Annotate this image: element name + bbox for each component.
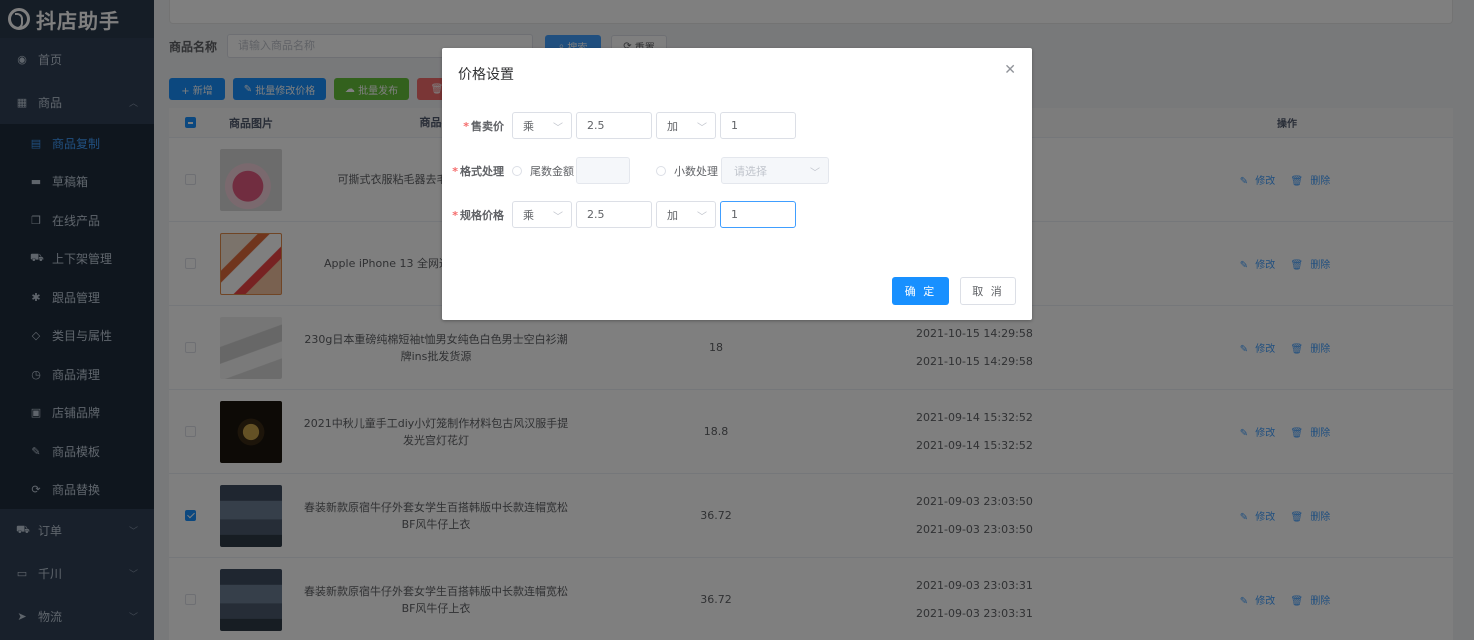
spec-price-op1-select[interactable]: 乘 ﹀: [512, 201, 572, 228]
tail-amount-input[interactable]: [576, 157, 630, 184]
chevron-down-icon: ﹀: [697, 212, 707, 223]
dialog-title: 价格设置: [458, 67, 514, 83]
format-row: * 格式处理 尾数金额 小数处理 请选择 ﹀: [442, 157, 829, 184]
sale-price-row: * 售卖价 乘 ﹀ 2.5 加 ﹀ 1: [442, 112, 796, 139]
chevron-down-icon: ﹀: [810, 168, 820, 179]
price-settings-dialog: 价格设置 ✕ * 售卖价 乘 ﹀ 2.5 加 ﹀ 1 * 格式处理 尾数金额 小数处理 …: [442, 48, 1032, 320]
decimal-label: 小数处理: [674, 164, 718, 178]
chevron-down-icon: ﹀: [697, 123, 707, 134]
spec-price-op2-select[interactable]: 加 ﹀: [656, 201, 716, 228]
chevron-down-icon: ﹀: [553, 123, 563, 134]
sale-price-op1-select[interactable]: 乘 ﹀: [512, 112, 572, 139]
cancel-button[interactable]: 取 消: [960, 277, 1016, 305]
tail-amount-radio[interactable]: [512, 165, 522, 176]
tail-amount-label: 尾数金额: [530, 164, 574, 178]
spec-price-label: * 规格价格: [452, 208, 504, 222]
format-label: * 格式处理: [452, 164, 504, 178]
spec-price-row: * 规格价格 乘 ﹀ 2.5 加 ﹀ 1: [442, 201, 796, 228]
close-icon[interactable]: ✕: [1004, 62, 1016, 78]
sale-price-label: * 售卖价: [463, 119, 504, 133]
spec-price-addend-input[interactable]: 1: [720, 201, 796, 228]
confirm-button[interactable]: 确 定: [892, 277, 949, 305]
chevron-down-icon: ﹀: [553, 212, 563, 223]
spec-price-multiplier-input[interactable]: 2.5: [576, 201, 652, 228]
decimal-select[interactable]: 请选择 ﹀: [721, 157, 829, 184]
sale-price-multiplier-input[interactable]: 2.5: [576, 112, 652, 139]
sale-price-op2-select[interactable]: 加 ﹀: [656, 112, 716, 139]
decimal-radio[interactable]: [656, 165, 666, 176]
sale-price-addend-input[interactable]: 1: [720, 112, 796, 139]
